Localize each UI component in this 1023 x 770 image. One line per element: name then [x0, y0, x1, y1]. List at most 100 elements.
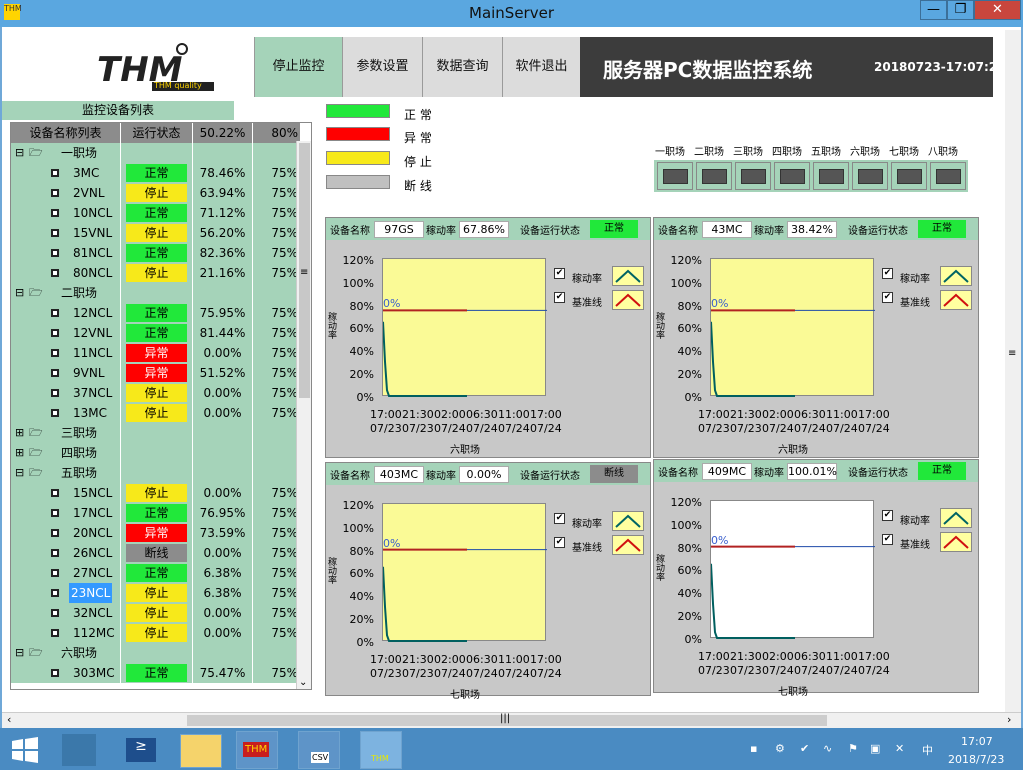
name-cell[interactable]: 17NCL: [11, 503, 121, 523]
main-vscrollbar[interactable]: ≡: [1005, 30, 1021, 712]
main-hscrollbar[interactable]: ‹ ||| ›: [2, 712, 1021, 728]
device-name[interactable]: 11NCL: [73, 343, 112, 363]
device-name[interactable]: 20NCL: [73, 523, 112, 543]
group-row[interactable]: ⊟ 🗁 六职场: [11, 643, 301, 663]
taskbar-app-thm2[interactable]: THM: [360, 731, 402, 769]
name-cell[interactable]: 12VNL: [11, 323, 121, 343]
name-cell[interactable]: 23NCL: [11, 583, 121, 603]
plot-area[interactable]: 0%: [382, 503, 547, 642]
name-cell[interactable]: 13MC: [11, 403, 121, 423]
clock-date[interactable]: 2018/7/23: [948, 753, 1004, 766]
scroll-down-icon[interactable]: ⌄: [299, 677, 307, 688]
name-cell[interactable]: 10NCL: [11, 203, 121, 223]
device-name[interactable]: 17NCL: [73, 503, 112, 523]
group-row[interactable]: ⊟ 🗁 二职场: [11, 283, 301, 303]
file-explorer-icon[interactable]: [180, 734, 222, 768]
legend-checkbox[interactable]: ✔: [554, 292, 565, 303]
col-header-name[interactable]: 设备名称列表: [11, 123, 121, 143]
device-row[interactable]: 37NCL 停止 0.00% 75%: [11, 383, 301, 403]
name-cell[interactable]: 3MC: [11, 163, 121, 183]
device-name[interactable]: 26NCL: [73, 543, 112, 563]
tray-volume-icon[interactable]: ✕: [895, 742, 904, 755]
device-row[interactable]: 10NCL 正常 71.12% 75%: [11, 203, 301, 223]
device-tree[interactable]: 设备名称列表 运行状态 50.22% 80% ⊟ 🗁 一职场 3MC 正常 78.46% 7…: [10, 122, 312, 690]
expand-icon[interactable]: ⊞: [15, 423, 24, 443]
col-header-rate[interactable]: 50.22%: [193, 123, 253, 143]
farm-indicator[interactable]: [657, 162, 693, 190]
scroll-right-icon[interactable]: ›: [1007, 713, 1011, 726]
device-name[interactable]: 3MC: [73, 163, 99, 183]
restore-button[interactable]: ❐: [947, 0, 974, 20]
name-cell[interactable]: 12NCL: [11, 303, 121, 323]
device-row[interactable]: 17NCL 正常 76.95% 75%: [11, 503, 301, 523]
device-row[interactable]: 26NCL 断线 0.00% 75%: [11, 543, 301, 563]
device-row[interactable]: 23NCL 停止 6.38% 75%: [11, 583, 301, 603]
expand-icon[interactable]: ⊟: [15, 643, 24, 663]
server-manager-icon[interactable]: [62, 734, 96, 766]
nav-data-query[interactable]: 数据查询: [422, 37, 502, 97]
tray-shield-icon[interactable]: ✔: [800, 742, 809, 755]
tree-vscrollbar[interactable]: ≡ ⌄: [296, 141, 311, 689]
close-button[interactable]: ✕: [974, 0, 1021, 20]
group-row[interactable]: ⊞ 🗁 三职场: [11, 423, 301, 443]
device-row[interactable]: 32NCL 停止 0.00% 75%: [11, 603, 301, 623]
legend-checkbox[interactable]: ✔: [882, 268, 893, 279]
device-name[interactable]: 2VNL: [73, 183, 105, 203]
plot-area[interactable]: 0%: [710, 500, 875, 639]
name-cell[interactable]: 26NCL: [11, 543, 121, 563]
device-row[interactable]: 80NCL 停止 21.16% 75%: [11, 263, 301, 283]
col-header-status[interactable]: 运行状态: [121, 123, 193, 143]
device-name[interactable]: 80NCL: [73, 263, 112, 283]
device-name[interactable]: 15VNL: [73, 223, 112, 243]
device-name[interactable]: 37NCL: [73, 383, 112, 403]
device-name[interactable]: 15NCL: [73, 483, 112, 503]
device-row[interactable]: 20NCL 异常 73.59% 75%: [11, 523, 301, 543]
group-row[interactable]: ⊟ 🗁 五职场: [11, 463, 301, 483]
nav-stop-monitor[interactable]: 停止监控: [254, 37, 342, 97]
farm-indicator[interactable]: [852, 162, 888, 190]
device-name[interactable]: 12NCL: [73, 303, 112, 323]
name-cell[interactable]: 80NCL: [11, 263, 121, 283]
legend-checkbox[interactable]: ✔: [882, 534, 893, 545]
device-row[interactable]: 303MC 正常 75.47% 75%: [11, 663, 301, 683]
device-row[interactable]: 13MC 停止 0.00% 75%: [11, 403, 301, 423]
name-cell[interactable]: 20NCL: [11, 523, 121, 543]
ime-indicator[interactable]: 中: [922, 742, 933, 758]
minimize-button[interactable]: —: [920, 0, 947, 20]
group-row[interactable]: ⊞ 🗁 四职场: [11, 443, 301, 463]
name-cell[interactable]: 112MC: [11, 623, 121, 643]
device-name[interactable]: 112MC: [73, 623, 115, 643]
legend-checkbox[interactable]: ✔: [882, 292, 893, 303]
tray-monitor-icon[interactable]: ▣: [870, 742, 880, 755]
name-cell[interactable]: 9VNL: [11, 363, 121, 383]
device-row[interactable]: 81NCL 正常 82.36% 75%: [11, 243, 301, 263]
device-name[interactable]: 303MC: [73, 663, 115, 683]
group-row[interactable]: ⊟ 🗁 一职场: [11, 143, 301, 163]
device-row[interactable]: 12NCL 正常 75.95% 75%: [11, 303, 301, 323]
legend-checkbox[interactable]: ✔: [554, 537, 565, 548]
powershell-icon[interactable]: ≥: [126, 738, 156, 762]
device-name[interactable]: 9VNL: [73, 363, 105, 383]
expand-icon[interactable]: ⊟: [15, 283, 24, 303]
name-cell[interactable]: ⊞ 🗁 三职场: [11, 423, 121, 443]
name-cell[interactable]: 81NCL: [11, 243, 121, 263]
tray-audio-icon[interactable]: ∿: [823, 742, 832, 755]
legend-checkbox[interactable]: ✔: [554, 513, 565, 524]
col-header-base[interactable]: 80%: [253, 123, 301, 143]
scroll-left-icon[interactable]: ‹: [7, 713, 11, 726]
expand-icon[interactable]: ⊞: [15, 443, 24, 463]
nav-param-settings[interactable]: 参数设置: [342, 37, 422, 97]
tray-flag-icon[interactable]: ⚑: [848, 742, 858, 755]
farm-indicator[interactable]: [930, 162, 966, 190]
device-row[interactable]: 15NCL 停止 0.00% 75%: [11, 483, 301, 503]
name-cell[interactable]: ⊞ 🗁 四职场: [11, 443, 121, 463]
device-name[interactable]: 81NCL: [73, 243, 112, 263]
name-cell[interactable]: 303MC: [11, 663, 121, 683]
farm-indicator[interactable]: [735, 162, 771, 190]
device-name[interactable]: 10NCL: [73, 203, 112, 223]
name-cell[interactable]: 15VNL: [11, 223, 121, 243]
name-cell[interactable]: ⊟ 🗁 五职场: [11, 463, 121, 483]
device-name[interactable]: 32NCL: [73, 603, 112, 623]
name-cell[interactable]: 37NCL: [11, 383, 121, 403]
farm-indicator[interactable]: [813, 162, 849, 190]
